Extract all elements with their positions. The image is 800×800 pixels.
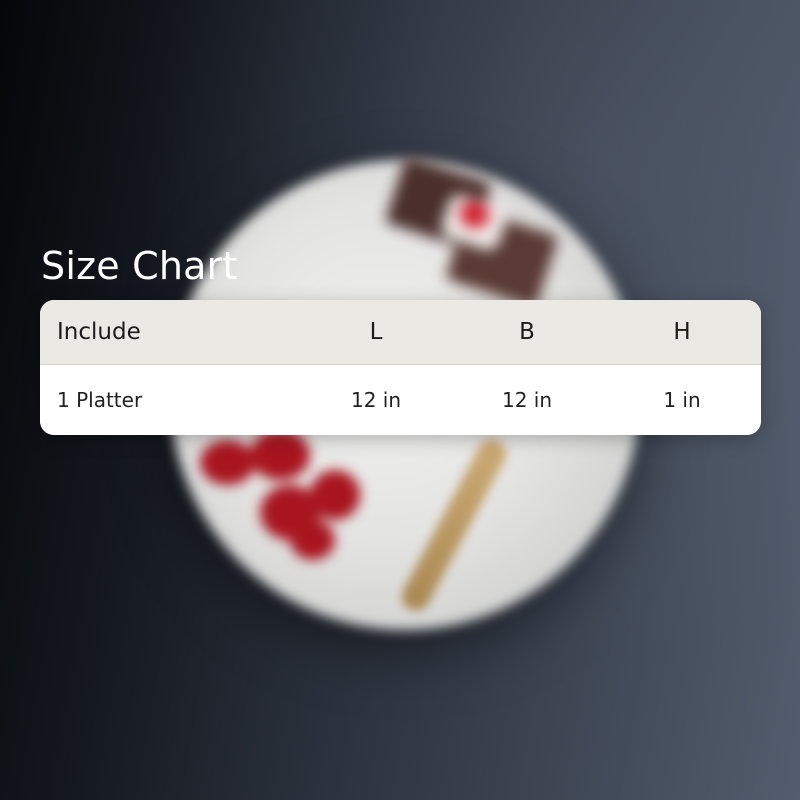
column-header-breadth: B <box>519 319 535 345</box>
cell-length: 12 in <box>350 388 402 412</box>
size-chart-title: Size Chart <box>41 244 238 288</box>
product-image-background: Size Chart Include L B H 1 Platter 12 in… <box>0 0 800 800</box>
strawberry <box>310 470 360 520</box>
cell-include: 1 Platter <box>57 388 143 412</box>
size-chart-table: Include L B H 1 Platter 12 in 12 in 1 in <box>40 300 761 435</box>
column-header-include: Include <box>57 319 141 345</box>
strawberry <box>200 440 255 485</box>
cell-height: 1 in <box>663 388 701 412</box>
strawberry <box>250 430 310 480</box>
column-header-length: L <box>369 319 383 345</box>
table-header-row: Include L B H <box>40 300 761 365</box>
strawberries-photo <box>190 430 390 570</box>
strawberry <box>290 520 335 560</box>
column-header-height: H <box>673 319 691 345</box>
table-row: 1 Platter 12 in 12 in 1 in <box>40 365 761 435</box>
cell-breadth: 12 in <box>501 388 553 412</box>
